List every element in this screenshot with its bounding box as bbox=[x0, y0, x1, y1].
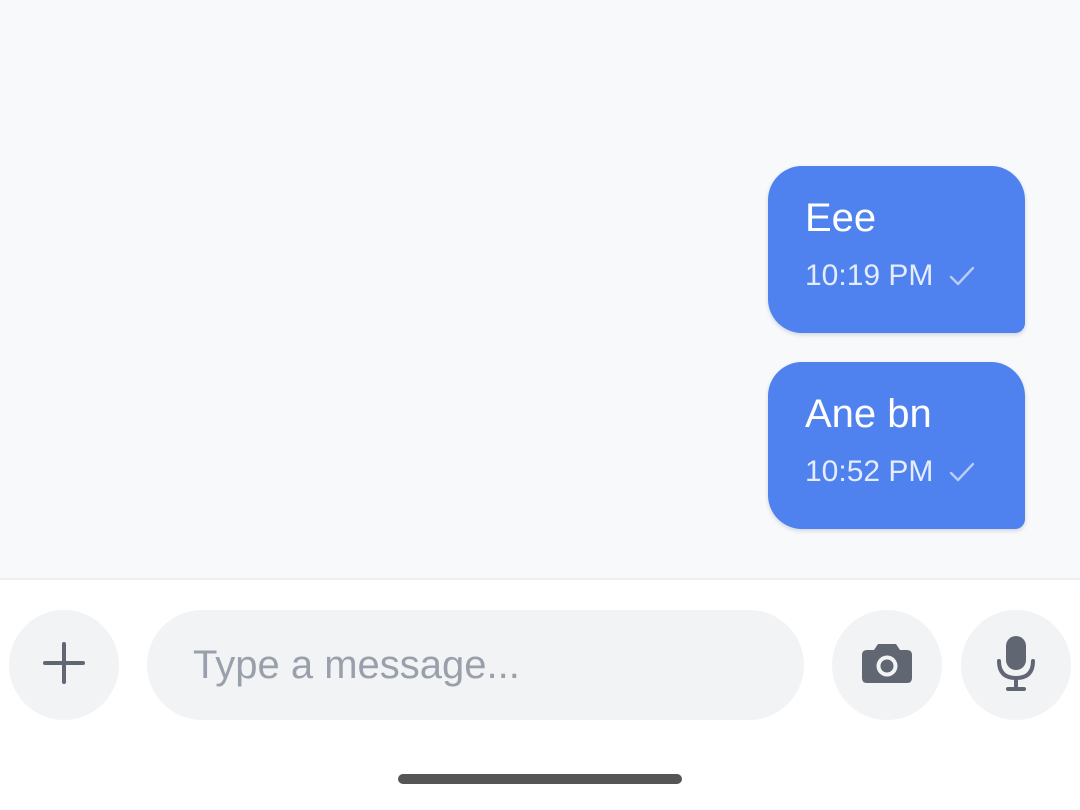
message-timestamp: 10:19 PM bbox=[805, 259, 934, 292]
message-meta: 10:19 PM bbox=[805, 258, 1025, 294]
camera-icon bbox=[861, 642, 913, 689]
camera-button[interactable] bbox=[832, 610, 942, 720]
message-meta: 10:52 PM bbox=[805, 454, 1025, 490]
plus-icon bbox=[42, 641, 86, 690]
message-input[interactable] bbox=[147, 610, 804, 720]
voice-message-button[interactable] bbox=[961, 610, 1071, 720]
message-composer bbox=[0, 582, 1080, 810]
message-text: Eee bbox=[805, 196, 877, 240]
chat-thread: Eee 10:19 PM Ane bn 10:52 PM bbox=[0, 0, 1080, 580]
message-bubble-outgoing[interactable]: Ane bn 10:52 PM bbox=[768, 362, 1025, 529]
message-timestamp: 10:52 PM bbox=[805, 455, 934, 488]
check-icon bbox=[947, 457, 977, 487]
microphone-icon bbox=[996, 635, 1036, 696]
message-text: Ane bn bbox=[805, 392, 932, 436]
home-indicator[interactable] bbox=[398, 774, 682, 784]
message-bubble-outgoing[interactable]: Eee 10:19 PM bbox=[768, 166, 1025, 333]
check-icon bbox=[947, 261, 977, 291]
add-attachment-button[interactable] bbox=[9, 610, 119, 720]
